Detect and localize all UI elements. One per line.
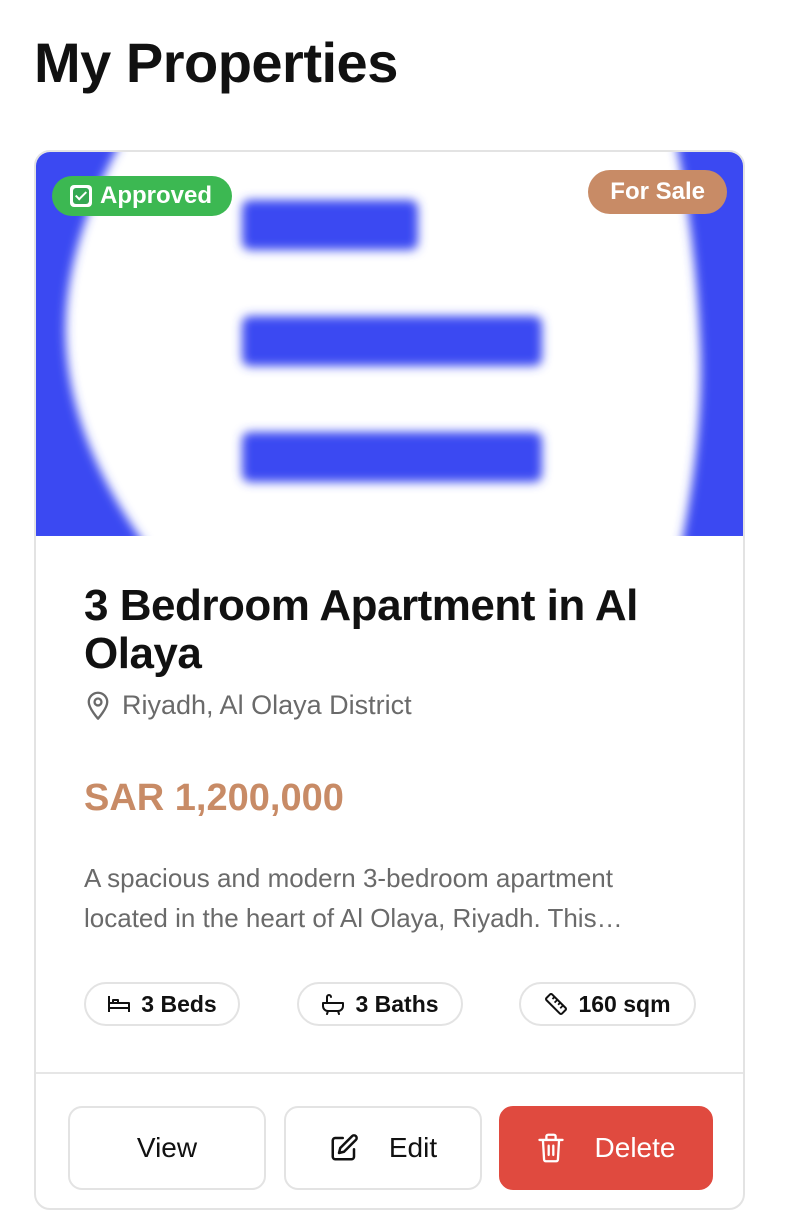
property-card[interactable]: Approved For Sale 3 Bedroom Apartment in…: [34, 150, 745, 1210]
check-box-icon: [70, 185, 92, 207]
approved-badge: Approved: [52, 176, 233, 216]
page-title: My Properties: [34, 31, 398, 94]
property-price: SAR 1,200,000: [84, 777, 344, 819]
card-divider: [36, 1072, 743, 1074]
edit-icon: [331, 1134, 358, 1161]
beds-chip: 3 Beds: [84, 982, 240, 1026]
map-pin-icon: [87, 691, 109, 720]
delete-button-label: Delete: [594, 1132, 676, 1163]
feature-chips: 3 Beds 3 Baths 160 sqm: [84, 982, 696, 1026]
beds-label: 3 Beds: [141, 990, 217, 1017]
location-text: Riyadh, Al Olaya District: [122, 690, 412, 720]
baths-chip: 3 Baths: [297, 982, 463, 1026]
approved-badge-label: Approved: [100, 182, 213, 209]
area-label: 160 sqm: [578, 990, 671, 1017]
property-title[interactable]: 3 Bedroom Apartment in Al Olaya: [84, 582, 704, 678]
for-sale-badge-label: For Sale: [610, 178, 705, 205]
delete-button[interactable]: Delete: [499, 1106, 713, 1190]
view-button[interactable]: View: [68, 1106, 266, 1190]
property-location: Riyadh, Al Olaya District: [84, 690, 704, 721]
trash-icon: [537, 1133, 564, 1163]
card-body: 3 Bedroom Apartment in Al Olaya Riyadh, …: [84, 582, 704, 938]
baths-label: 3 Baths: [355, 990, 439, 1017]
bed-icon: [108, 996, 131, 1012]
property-image[interactable]: Approved For Sale: [36, 152, 743, 536]
edit-button[interactable]: Edit: [284, 1106, 482, 1190]
area-chip: 160 sqm: [519, 982, 696, 1026]
edit-button-label: Edit: [388, 1132, 438, 1163]
for-sale-badge: For Sale: [588, 170, 727, 214]
view-button-label: View: [136, 1132, 198, 1163]
bath-icon: [322, 994, 345, 1015]
property-description: A spacious and modern 3-bedroom apartmen…: [84, 863, 623, 933]
ruler-icon: [545, 993, 568, 1015]
